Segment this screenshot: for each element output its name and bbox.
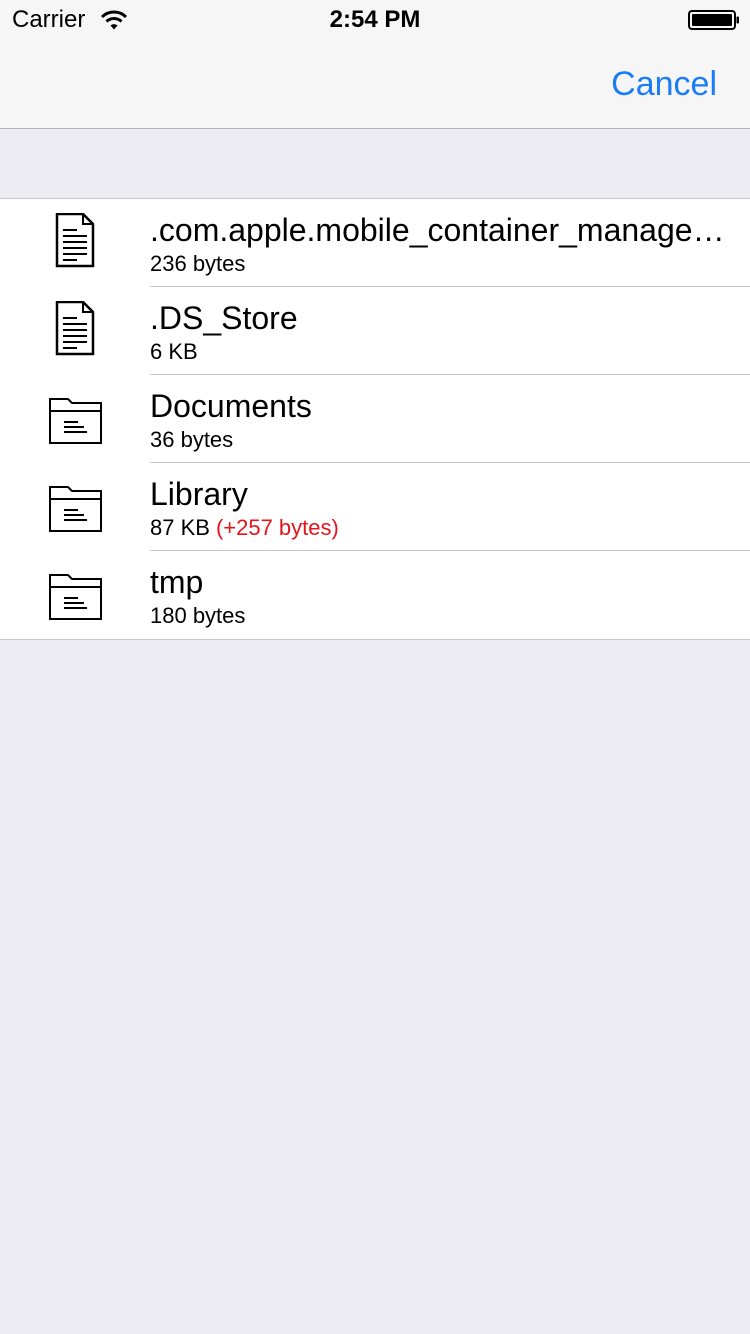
file-name: .DS_Store (150, 300, 298, 336)
size-change-badge: (+257 bytes) (215, 515, 339, 540)
file-name: Documents (150, 388, 312, 424)
navigation-bar: Cancel (0, 40, 750, 129)
document-icon (44, 212, 106, 271)
file-size: 6 KB (150, 339, 198, 364)
folder-icon (44, 477, 106, 535)
file-row[interactable]: .com.apple.mobile_container_manager.meta… (0, 199, 750, 287)
file-size: 36 bytes (150, 427, 234, 452)
file-size-line: 6 KB (150, 339, 198, 365)
file-size-line: 36 bytes (150, 427, 233, 453)
file-row[interactable]: .DS_Store 6 KB (0, 287, 750, 375)
clock-label: 2:54 PM (329, 6, 421, 33)
folder-icon (44, 389, 106, 447)
file-size: 87 KB (150, 515, 210, 540)
file-size: 236 bytes (150, 251, 246, 276)
file-row[interactable]: Library 87 KB (+257 bytes) (0, 463, 750, 551)
file-name: Library (150, 476, 248, 512)
cancel-button[interactable]: Cancel (611, 64, 717, 104)
file-row[interactable]: tmp 180 bytes (0, 551, 750, 639)
file-name: .com.apple.mobile_container_manager.meta… (150, 212, 730, 248)
folder-icon (44, 565, 106, 623)
file-size-line: 236 bytes (150, 251, 245, 277)
file-size: 180 bytes (150, 603, 246, 628)
file-list: .com.apple.mobile_container_manager.meta… (0, 198, 750, 640)
file-name: tmp (150, 564, 204, 600)
file-size-line: 87 KB (+257 bytes) (150, 515, 339, 541)
file-size-line: 180 bytes (150, 603, 245, 629)
status-bar: Carrier 2:54 PM (0, 0, 750, 40)
file-row[interactable]: Documents 36 bytes (0, 375, 750, 463)
battery-icon (688, 10, 739, 30)
document-icon (44, 300, 106, 359)
